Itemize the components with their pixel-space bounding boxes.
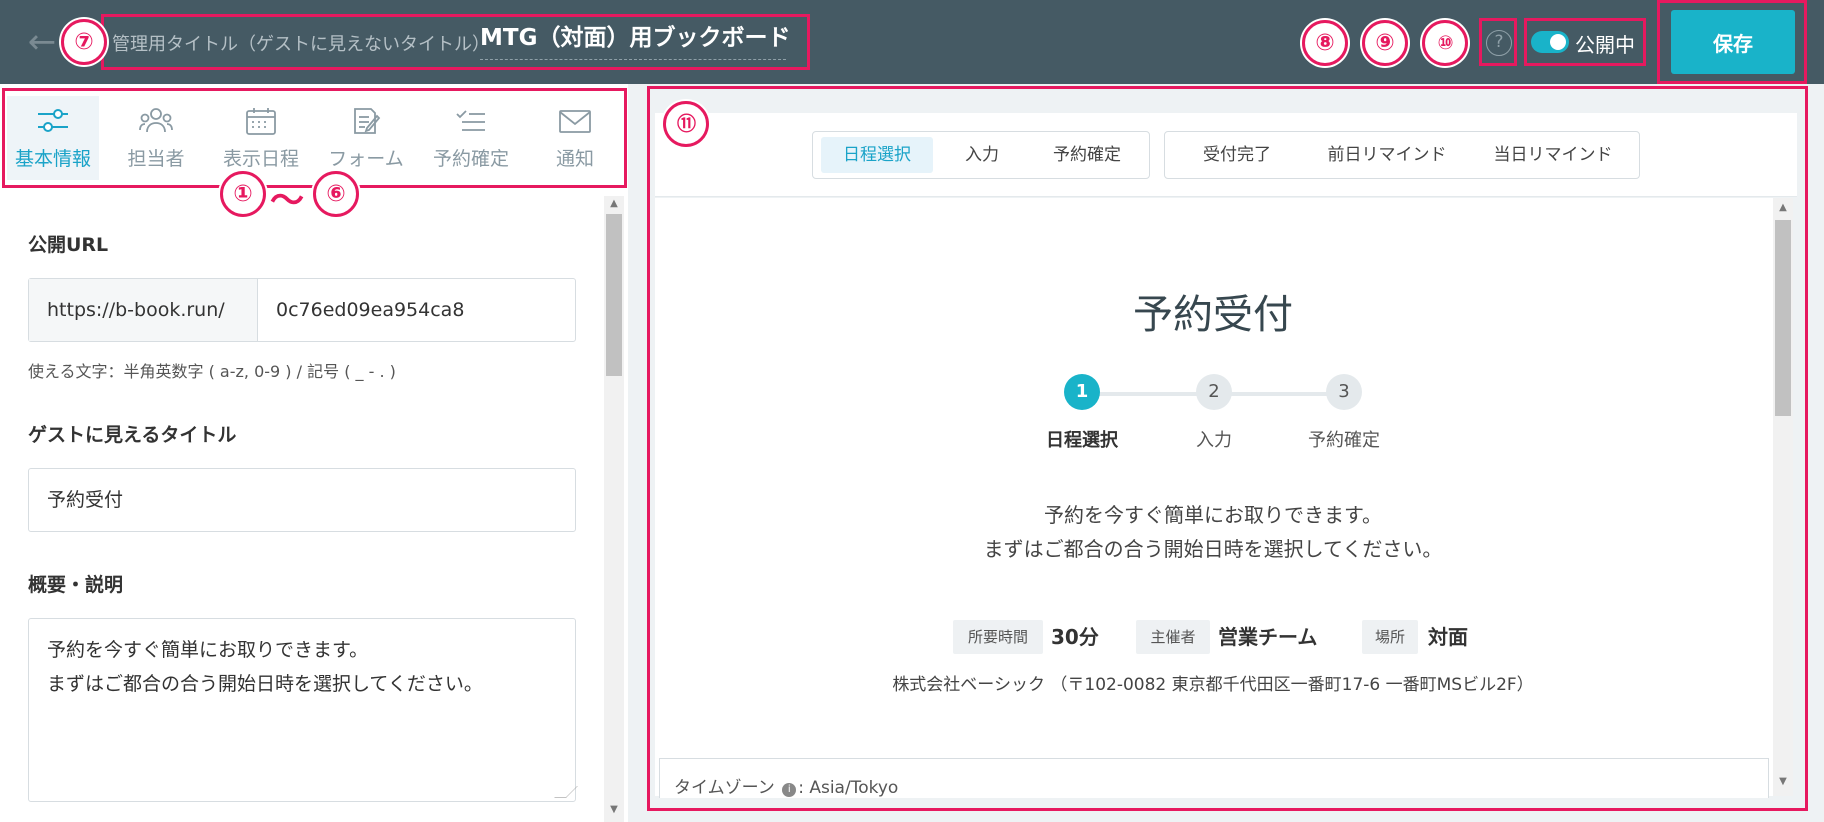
save-button[interactable]: 保存 xyxy=(1671,10,1795,74)
badge-7: ⑦ xyxy=(61,19,107,65)
scroll-down-icon[interactable]: ▼ xyxy=(604,804,624,815)
admin-title-label: 管理用タイトル（ゲストに見えないタイトル） xyxy=(112,34,490,55)
url-slug-input[interactable]: 0c76ed09ea954ca8 xyxy=(276,279,464,341)
badge-1: ① xyxy=(220,171,266,217)
back-arrow-icon[interactable]: ← xyxy=(22,22,62,62)
badge-8: ⑧ xyxy=(1302,20,1348,66)
badge-6: ⑥ xyxy=(313,171,359,217)
url-field: https://b-book.run/ 0c76ed09ea954ca8 xyxy=(28,278,576,342)
preview-highlight xyxy=(647,86,1808,811)
admin-title-input[interactable]: MTG（対面）用ブックボード xyxy=(480,22,790,60)
badge-9: ⑨ xyxy=(1362,20,1408,66)
guest-title-label: ゲストに見えるタイトル xyxy=(28,424,237,446)
description-label: 概要・説明 xyxy=(28,574,124,596)
badge-10: ⑩ xyxy=(1422,20,1468,66)
publish-toggle[interactable] xyxy=(1531,31,1569,53)
badge-11: ⑪ xyxy=(663,101,709,147)
url-hint: 使える文字：半角英数字 ( a-z, 0-9 ) / 記号 ( _ - . ) xyxy=(28,362,396,381)
badge-range-separator: ～ xyxy=(270,181,304,221)
publish-status-label: 公開中 xyxy=(1575,33,1635,57)
app-root: ← 管理用タイトル（ゲストに見えないタイトル） MTG（対面）用ブックボード ⑦… xyxy=(0,0,1824,822)
scroll-up-icon[interactable]: ▲ xyxy=(604,198,624,209)
url-label: 公開URL xyxy=(28,234,109,256)
guest-title-input[interactable]: 予約受付 xyxy=(28,468,576,532)
help-icon[interactable]: ? xyxy=(1486,30,1512,56)
description-textarea[interactable]: 予約を今すぐ簡単にお取りできます。 まずはご都合の合う開始日時を選択してください… xyxy=(28,618,576,802)
tabs-highlight xyxy=(2,88,627,188)
left-scrollbar-thumb[interactable] xyxy=(606,214,622,376)
toggle-knob xyxy=(1550,34,1566,50)
url-prefix: https://b-book.run/ xyxy=(29,279,258,341)
